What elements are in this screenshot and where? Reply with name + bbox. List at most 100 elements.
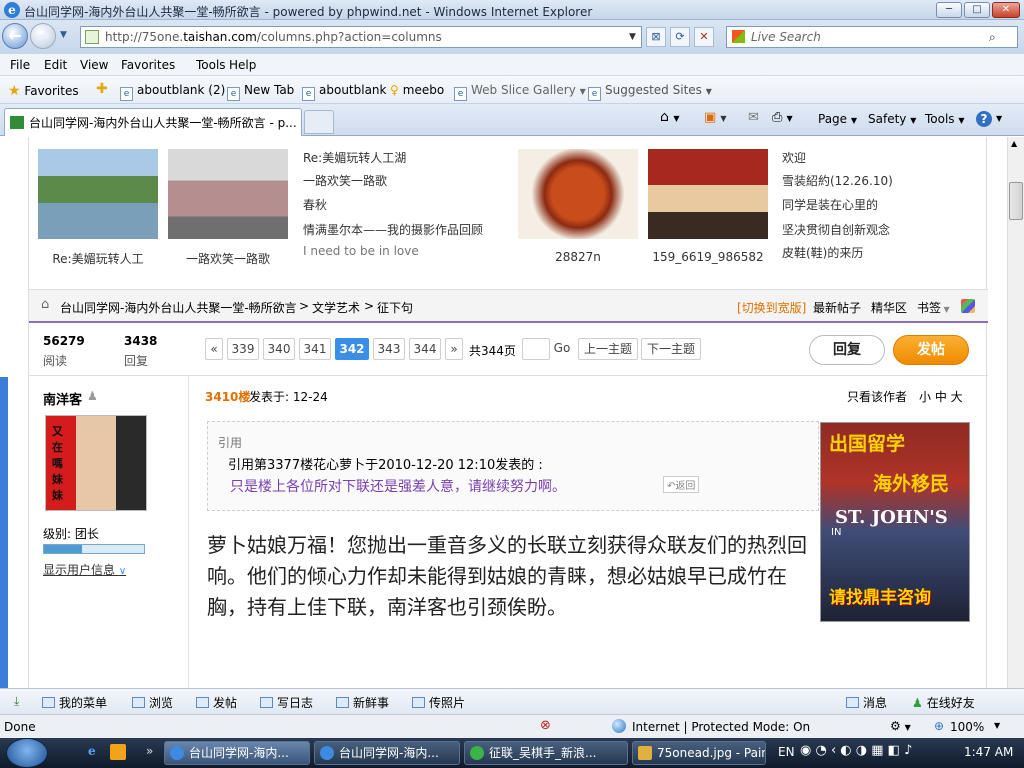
pagination-page[interactable]: 344: [409, 338, 441, 360]
hot-link-3[interactable]: 同学是装在心里的: [782, 196, 878, 213]
download-icon[interactable]: ⤓: [14, 694, 19, 709]
pagination-current[interactable]: 342: [335, 338, 369, 360]
latest-link-4[interactable]: 情满墨尔本——我的摄影作品回顾: [303, 221, 483, 238]
security-zone[interactable]: Internet | Protected Mode: On: [632, 720, 810, 734]
breadcrumb-section[interactable]: 文学艺术: [312, 299, 360, 316]
gallery-photo-1[interactable]: [38, 149, 158, 239]
scroll-up-icon[interactable]: ▲: [1011, 139, 1017, 148]
pagination-page[interactable]: 340: [263, 338, 295, 360]
tools-menu[interactable]: Tools ▼: [925, 112, 965, 126]
page-menu[interactable]: Page ▼: [818, 112, 857, 126]
pagination-next[interactable]: »: [445, 338, 463, 360]
safety-menu[interactable]: Safety ▼: [868, 112, 916, 126]
fav-aboutblank-2[interactable]: e aboutblank (2): [120, 83, 225, 101]
clock[interactable]: 1:47 AM: [964, 745, 1013, 759]
address-input[interactable]: http://75one.taishan.com/columns.php?act…: [80, 26, 642, 48]
digest-link[interactable]: 精华区: [871, 299, 907, 316]
read-mail-icon[interactable]: ✉: [748, 110, 759, 125]
add-favorite-icon[interactable]: ✚: [96, 81, 108, 97]
pagination-page[interactable]: 341: [299, 338, 331, 360]
browse-button[interactable]: 浏览: [132, 694, 173, 711]
share-icon[interactable]: [961, 299, 975, 313]
start-button[interactable]: [6, 738, 48, 768]
compatibility-view-icon[interactable]: ⊠: [646, 27, 666, 47]
popup-blocked-icon[interactable]: ⊗: [540, 718, 551, 733]
back-button[interactable]: ←: [2, 23, 28, 49]
author-avatar[interactable]: 又在嗎妹妹: [45, 415, 147, 511]
newest-posts-link[interactable]: 最新帖子: [813, 299, 861, 316]
stop-icon[interactable]: ✕: [694, 27, 714, 47]
online-friends-button[interactable]: ♟ 在线好友: [912, 694, 975, 711]
fav-meebo[interactable]: ♀ meebo: [390, 83, 444, 97]
page-jump-input[interactable]: [522, 338, 550, 360]
quicklaunch-ie-icon[interactable]: e: [88, 744, 96, 758]
ad-banner[interactable]: 出国留学 海外移民 ST. JOHN'S IN 请找鼎丰咨询: [820, 422, 970, 622]
address-dropdown-icon[interactable]: ▼: [629, 27, 636, 47]
vertical-scrollbar[interactable]: ▲: [1007, 137, 1024, 688]
latest-link-3[interactable]: 春秋: [303, 196, 327, 213]
new-tab-button[interactable]: [304, 110, 334, 134]
gallery-caption-2[interactable]: 一路欢笑一路歌: [158, 250, 298, 267]
taskbar-button[interactable]: 台山同学网-海内...: [164, 741, 310, 765]
next-topic-button[interactable]: 下一主题: [641, 338, 701, 360]
menu-edit[interactable]: Edit: [44, 58, 67, 72]
minimize-button[interactable]: ─: [936, 2, 962, 18]
gallery-caption-4[interactable]: 159_6619_986582: [638, 250, 778, 264]
pagination-page[interactable]: 343: [373, 338, 405, 360]
print-icon[interactable]: ⎙ ▼: [772, 110, 793, 125]
gallery-caption-3[interactable]: 28827n: [508, 250, 648, 264]
show-user-info-link[interactable]: 显示用户信息 ∨: [43, 561, 126, 578]
fav-web-slice-gallery[interactable]: e Web Slice Gallery ▼: [454, 83, 586, 101]
forward-button[interactable]: →: [30, 23, 56, 49]
language-indicator[interactable]: EN: [778, 745, 795, 759]
prev-topic-button[interactable]: 上一主题: [578, 338, 638, 360]
upload-photo-button[interactable]: 传照片: [412, 694, 465, 711]
menu-favorites[interactable]: Favorites: [121, 58, 175, 72]
hot-link-2[interactable]: 雪装紹約(12.26.10): [782, 172, 893, 189]
search-input[interactable]: Live Search ⌕: [726, 26, 1018, 48]
hot-link-5[interactable]: 皮鞋(鞋)的来历: [782, 244, 863, 261]
menu-file[interactable]: File: [10, 58, 30, 72]
help-icon[interactable]: ?: [976, 111, 992, 127]
reply-button[interactable]: 回复: [809, 335, 885, 365]
breadcrumb-site[interactable]: 台山同学网-海内外台山人共聚一堂-畅所欲言: [60, 299, 297, 316]
latest-link-2[interactable]: 一路欢笑一路歌: [303, 172, 387, 189]
gallery-photo-3[interactable]: [518, 149, 638, 239]
protected-mode-icon[interactable]: ⚙ ▼: [890, 719, 911, 733]
search-magnifier-icon[interactable]: ⌕: [989, 27, 996, 47]
write-diary-button[interactable]: 写日志: [260, 694, 313, 711]
maximize-button[interactable]: □: [964, 2, 990, 18]
fav-aboutblank[interactable]: e aboutblank: [302, 83, 386, 101]
messages-button[interactable]: 消息: [846, 694, 887, 711]
home-icon[interactable]: ⌂: [41, 297, 49, 312]
fav-new-tab[interactable]: e New Tab: [227, 83, 294, 101]
home-icon[interactable]: ⌂ ▼: [660, 109, 680, 125]
latest-link-1[interactable]: Re:美媚玩转人工湖: [303, 149, 406, 166]
zoom-level[interactable]: 100%: [950, 720, 984, 734]
latest-link-5[interactable]: I need to be in love: [303, 244, 419, 258]
fav-suggested-sites[interactable]: e Suggested Sites ▼: [588, 83, 712, 101]
taskbar-button[interactable]: 征联_吴棋手_新浪...: [464, 741, 628, 765]
news-feed-button[interactable]: 新鲜事: [336, 694, 389, 711]
new-post-button[interactable]: 发帖: [893, 335, 969, 365]
close-button[interactable]: ✕: [992, 2, 1020, 18]
pagination-page[interactable]: 339: [227, 338, 259, 360]
quote-back-link[interactable]: ↶返回: [663, 476, 700, 493]
menu-help[interactable]: Help: [229, 58, 256, 72]
gallery-photo-4[interactable]: [648, 149, 768, 239]
hot-link-1[interactable]: 欢迎: [782, 149, 806, 166]
bookmark-link[interactable]: 书签 ▼: [917, 299, 950, 316]
chevron-down-icon[interactable]: ▼: [994, 721, 1000, 730]
page-jump-go[interactable]: Go: [551, 338, 573, 360]
menu-tools[interactable]: Tools: [196, 58, 226, 72]
switch-width-link[interactable]: [切换到宽版]: [737, 299, 806, 316]
chevron-down-icon[interactable]: ▼: [996, 114, 1002, 123]
gallery-caption-1[interactable]: Re:美媚玩转人工: [28, 250, 168, 267]
font-size-switch[interactable]: 小 中 大: [919, 388, 963, 405]
taskbar-button[interactable]: 台山同学网-海内...: [314, 741, 460, 765]
only-author-link[interactable]: 只看该作者: [847, 388, 907, 405]
tab-active[interactable]: 台山同学网-海内外台山人共聚一堂-畅所欲言 - p...: [4, 108, 302, 136]
quicklaunch-overflow-icon[interactable]: »: [146, 744, 153, 758]
author-name[interactable]: 南洋客: [43, 389, 82, 408]
hot-link-4[interactable]: 坚决贯彻自创新观念: [782, 221, 890, 238]
